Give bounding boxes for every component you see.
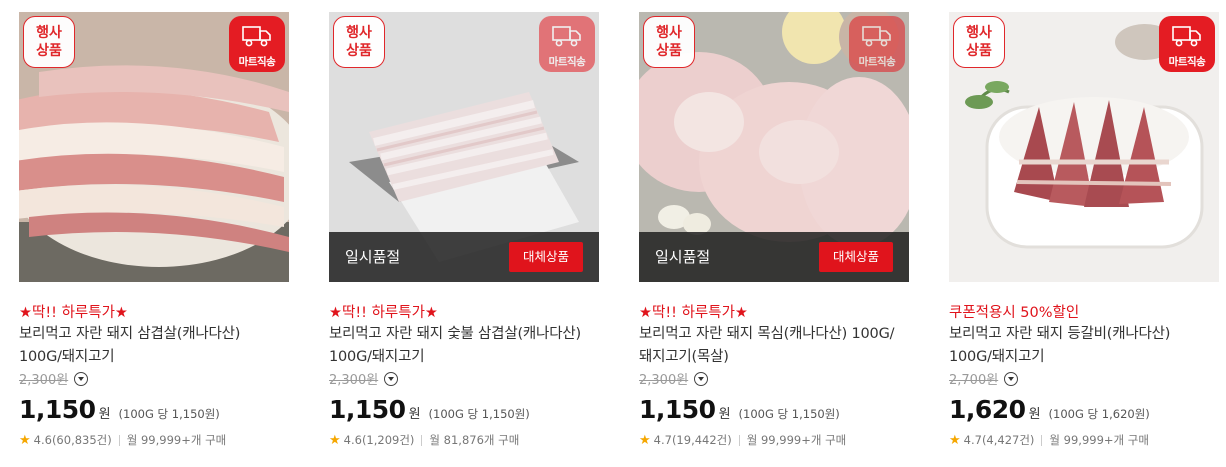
promo-text: ★딱!! 하루특가★ — [329, 305, 438, 321]
event-product-badge: 행사 상품 — [953, 16, 1005, 68]
delivery-label: 마트직송 — [548, 56, 586, 68]
monthly-purchases: 월 99,999+개 구매 — [746, 433, 847, 447]
promo-text: ★딱!! 하루특가★ — [19, 305, 128, 321]
rating: 4.7(4,427건) — [963, 433, 1035, 447]
truck-icon — [1172, 26, 1201, 47]
soldout-bar: 일시품절 대체상품 — [639, 232, 909, 282]
original-price-row: 2,700원 — [949, 369, 1019, 388]
currency: 원 — [718, 407, 731, 422]
product-card[interactable]: 행사 상품 마트직송 쿠폰적용시 50%할인 보리먹고 자란 돼지 등갈비(캐나다… — [949, 12, 1219, 462]
price-info-dropdown-icon[interactable] — [74, 371, 89, 386]
rating: 4.6(1,209건) — [343, 433, 415, 447]
mart-delivery-badge: 마트직송 — [1159, 16, 1215, 72]
divider — [118, 434, 120, 446]
meta-row: ★ 4.7(19,442건) 월 99,999+개 구매 — [639, 432, 846, 448]
product-image[interactable]: 행사 상품 마트직송 일시품절 대체상품 — [329, 12, 599, 282]
event-product-badge: 행사 상품 — [643, 16, 695, 68]
rating: 4.7(19,442건) — [653, 433, 732, 447]
sale-price: 1,150 — [19, 395, 96, 424]
delivery-label: 마트직송 — [1168, 56, 1206, 68]
meta-row: ★ 4.6(1,209건) 월 81,876개 구매 — [329, 432, 519, 448]
sale-price: 1,150 — [329, 395, 406, 424]
event-product-badge: 행사 상품 — [23, 16, 75, 68]
monthly-purchases: 월 81,876개 구매 — [429, 433, 520, 447]
unit-price: (100G 당 1,150원) — [738, 407, 840, 421]
currency: 원 — [98, 407, 111, 422]
product-name[interactable]: 보리먹고 자란 돼지 숯불 삼겹살(캐나다산) 100G/돼지고기 — [329, 323, 604, 369]
monthly-purchases: 월 99,999+개 구매 — [126, 433, 227, 447]
star-icon: ★ — [19, 432, 31, 448]
star-icon: ★ — [329, 432, 341, 448]
currency: 원 — [408, 407, 421, 422]
monthly-purchases: 월 99,999+개 구매 — [1049, 433, 1149, 447]
original-price: 2,300원 — [639, 373, 689, 388]
mart-delivery-badge: 마트직송 — [229, 16, 285, 72]
star-icon: ★ — [639, 432, 651, 448]
meta-row: ★ 4.6(60,835건) 월 99,999+개 구매 — [19, 432, 226, 448]
product-card[interactable]: 행사 상품 마트직송 일시품절 대체상품 ★딱!! 하루특가★ 보리먹고 자란 돼… — [329, 12, 599, 462]
product-name[interactable]: 보리먹고 자란 돼지 목심(캐나다산) 100G/ 돼지고기(목살) — [639, 323, 914, 369]
product-card[interactable]: 행사 상품 마트직송 일시품절 대체상품 ★딱!! 하루특가★ 보리먹고 자란 돼… — [639, 12, 909, 462]
truck-icon — [552, 26, 581, 47]
price-row: 1,150 원 (100G 당 1,150원) — [329, 395, 530, 424]
delivery-label: 마트직송 — [238, 56, 276, 68]
truck-icon — [862, 26, 891, 47]
product-image[interactable]: 행사 상품 마트직송 일시품절 대체상품 — [639, 12, 909, 282]
meta-row: ★ 4.7(4,427건) 월 99,999+개 구매 — [949, 432, 1149, 448]
mart-delivery-badge: 마트직송 — [539, 16, 595, 72]
product-name-line: 보리먹고 자란 돼지 삼겹살(캐나다산) — [19, 326, 241, 342]
product-name-line: 보리먹고 자란 돼지 등갈비(캐나다산) — [949, 326, 1171, 342]
product-name-line: 100G/돼지고기 — [19, 349, 115, 365]
divider — [1041, 434, 1043, 446]
product-name-line: 돼지고기(목살) — [639, 349, 729, 365]
promo-text: 쿠폰적용시 50%할인 — [949, 305, 1080, 321]
product-name-line: 100G/돼지고기 — [949, 349, 1045, 365]
original-price-row: 2,300원 — [19, 369, 89, 388]
truck-icon — [242, 26, 271, 47]
soldout-text: 일시품절 — [345, 248, 401, 266]
unit-price: (100G 당 1,150원) — [118, 407, 220, 421]
original-price: 2,300원 — [329, 373, 379, 388]
product-card[interactable]: 행사 상품 마트직송 ★딱!! 하루특가★ 보리먹고 자란 돼지 삼겹살(캐나다산… — [19, 12, 289, 462]
price-info-dropdown-icon[interactable] — [1004, 371, 1019, 386]
sale-price: 1,620 — [949, 395, 1026, 424]
price-row: 1,620 원 (100G 당 1,620원) — [949, 395, 1150, 424]
sale-price: 1,150 — [639, 395, 716, 424]
alternative-product-button[interactable]: 대체상품 — [818, 242, 893, 272]
product-name-line: 100G/돼지고기 — [329, 349, 425, 365]
original-price-row: 2,300원 — [329, 369, 399, 388]
product-image[interactable]: 행사 상품 마트직송 — [19, 12, 289, 282]
event-product-badge: 행사 상품 — [333, 16, 385, 68]
divider — [421, 434, 423, 446]
divider — [738, 434, 740, 446]
alternative-product-button[interactable]: 대체상품 — [508, 242, 583, 272]
price-row: 1,150 원 (100G 당 1,150원) — [19, 395, 220, 424]
star-icon: ★ — [949, 432, 961, 448]
mart-delivery-badge: 마트직송 — [849, 16, 905, 72]
product-image[interactable]: 행사 상품 마트직송 — [949, 12, 1219, 282]
unit-price: (100G 당 1,620원) — [1048, 407, 1150, 421]
price-info-dropdown-icon[interactable] — [384, 371, 399, 386]
soldout-text: 일시품절 — [655, 248, 711, 266]
product-name[interactable]: 보리먹고 자란 돼지 삼겹살(캐나다산) 100G/돼지고기 — [19, 323, 294, 369]
price-info-dropdown-icon[interactable] — [694, 371, 709, 386]
product-name[interactable]: 보리먹고 자란 돼지 등갈비(캐나다산) 100G/돼지고기 — [949, 323, 1224, 369]
product-name-line: 보리먹고 자란 돼지 목심(캐나다산) 100G/ — [639, 326, 895, 342]
original-price: 2,300원 — [19, 373, 69, 388]
product-name-line: 보리먹고 자란 돼지 숯불 삼겹살(캐나다산) — [329, 326, 581, 342]
rating: 4.6(60,835건) — [33, 433, 112, 447]
soldout-bar: 일시품절 대체상품 — [329, 232, 599, 282]
delivery-label: 마트직송 — [858, 56, 896, 68]
promo-text: ★딱!! 하루특가★ — [639, 305, 748, 321]
price-row: 1,150 원 (100G 당 1,150원) — [639, 395, 840, 424]
original-price-row: 2,300원 — [639, 369, 709, 388]
original-price: 2,700원 — [949, 373, 999, 388]
currency: 원 — [1028, 407, 1041, 422]
unit-price: (100G 당 1,150원) — [428, 407, 530, 421]
